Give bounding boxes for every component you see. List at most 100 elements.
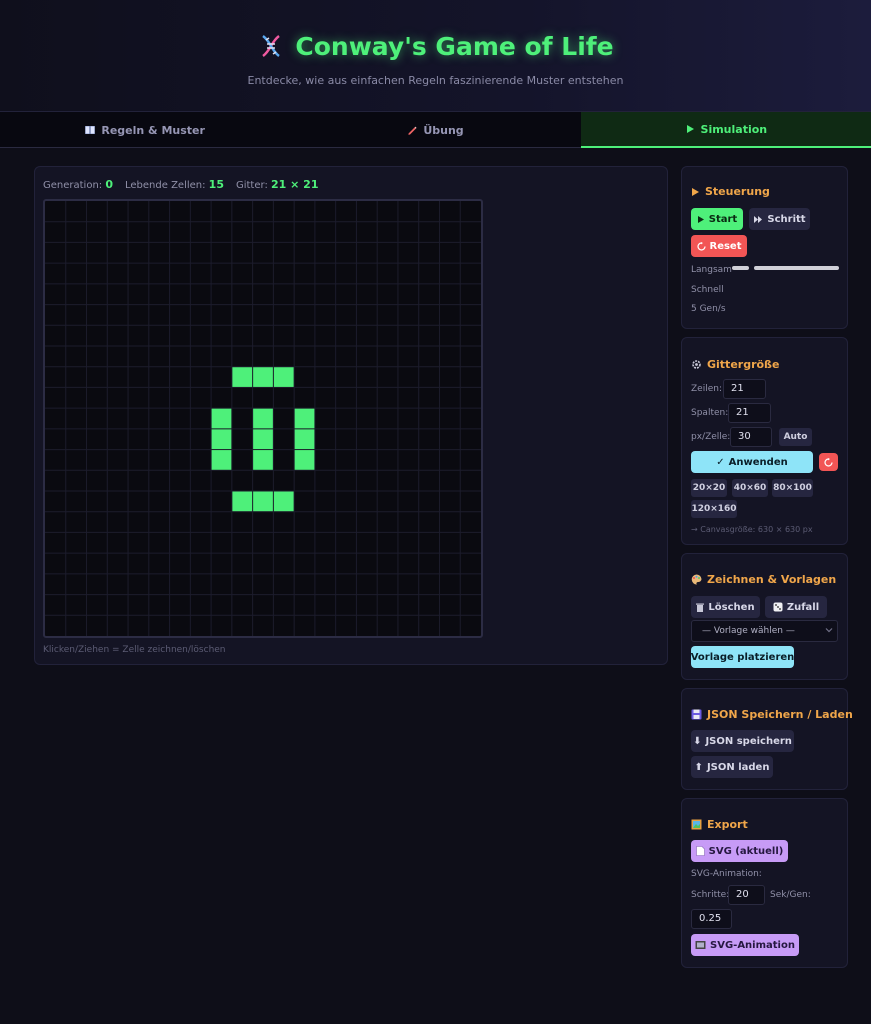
stat-alive: Lebende Zellen: 15 (125, 178, 224, 191)
grid-label: Gitter: (235, 180, 268, 191)
tab-simulation[interactable]: Simulation (580, 112, 871, 148)
draw-panel-title: Zeichnen & Vorlagen (691, 573, 836, 586)
apply-button[interactable]: ✓ Anwenden (691, 451, 813, 473)
step-label: Schritt (767, 213, 806, 225)
film-icon (695, 941, 706, 949)
grid-size-title-text: Gittergröße (707, 358, 780, 371)
start-label: Start (708, 213, 738, 225)
alive-cell[interactable] (273, 491, 294, 512)
control-title-text: Steuerung (705, 185, 770, 198)
alive-cell[interactable] (211, 450, 232, 470)
life-grid-svg[interactable] (45, 201, 481, 636)
reset-icon (824, 457, 833, 467)
auto-button[interactable]: Auto (779, 428, 812, 446)
start-button[interactable]: Start (691, 208, 743, 230)
save-json-button[interactable]: ⬇ JSON speichern (691, 730, 794, 752)
alive-cell[interactable] (253, 408, 273, 429)
trash-icon (696, 603, 705, 612)
export-svg-animation-button[interactable]: SVG-Animation (691, 934, 799, 956)
book-icon (85, 126, 96, 134)
json-title-text: JSON Speichern / Laden (707, 708, 853, 721)
preset-120x160[interactable]: 120×160 (691, 500, 737, 518)
reset-icon (696, 241, 706, 251)
rows-label: Zeilen: (691, 384, 722, 394)
document-icon (695, 846, 705, 856)
json-panel: JSON Speichern / Laden ⬇ JSON speichern … (681, 688, 853, 790)
alive-cell[interactable] (211, 408, 232, 429)
load-json-button[interactable]: ⬆ JSON laden (691, 756, 773, 778)
template-select[interactable]: — Vorlage wählen — (691, 620, 838, 642)
random-label: Zufall (786, 601, 820, 613)
tab-label: Simulation (700, 122, 768, 136)
grid-hint: Klicken/Ziehen = Zelle zeichnen/löschen (43, 645, 226, 655)
rows-input[interactable]: 21 (723, 379, 766, 399)
export-svg-button[interactable]: SVG (aktuell) (691, 840, 788, 862)
page-subtitle: Entdecke, wie aus einfachen Regeln faszi… (247, 74, 624, 87)
reset-label: Reset (709, 240, 742, 252)
alive-cell[interactable] (273, 367, 294, 387)
export-svg-label: SVG (aktuell) (708, 845, 784, 857)
fast-label: Schnell (691, 285, 724, 295)
gear-icon (692, 360, 701, 369)
draw-panel: Zeichnen & Vorlagen Löschen Zufall — Vor… (681, 553, 848, 680)
alive-label: Lebende Zellen: (125, 180, 206, 191)
tab-rules[interactable]: Regeln & Muster (0, 112, 290, 148)
reset-button[interactable]: Reset (691, 235, 747, 257)
canvas-size-info: → Canvasgröße: 630 × 630 px (691, 525, 813, 534)
random-button[interactable]: Zufall (765, 596, 827, 618)
grid-size-title: Gittergröße (691, 358, 779, 371)
clear-button[interactable]: Löschen (691, 596, 760, 618)
stat-grid: Gitter: 21 × 21 (236, 178, 319, 191)
tab-practice[interactable]: Übung (290, 112, 580, 148)
title-row: Conway's Game of Life (0, 28, 871, 64)
speed-slider-left[interactable] (732, 266, 749, 270)
alive-cell[interactable] (211, 429, 232, 450)
reset-grid-button[interactable] (819, 453, 838, 471)
seconds-per-gen-input[interactable]: 0.25 (691, 909, 732, 929)
alive-value: 15 (208, 178, 224, 191)
generation-value: 0 (105, 178, 113, 191)
preset-80x100[interactable]: 80×100 (772, 479, 813, 497)
alive-cell[interactable] (253, 367, 273, 387)
tab-label: Regeln & Muster (101, 123, 205, 137)
alive-cell[interactable] (294, 450, 315, 470)
app-header: Conway's Game of Life Entdecke, wie aus … (0, 0, 871, 112)
export-panel-title: Export (691, 818, 748, 831)
alive-cell[interactable] (253, 429, 273, 450)
place-template-label: Vorlage platzieren (690, 651, 795, 663)
export-svg-animation-label: SVG-Animation (710, 939, 795, 951)
tab-bar: Regeln & Muster Übung Simulation (0, 112, 871, 148)
control-panel: Steuerung Start Schritt Reset Langsam Sc… (681, 166, 848, 329)
seconds-per-gen-label: Sek/Gen: (770, 890, 811, 900)
cols-input[interactable]: 21 (728, 403, 771, 423)
draw-title-text: Zeichnen & Vorlagen (707, 573, 837, 586)
px-per-cell-input[interactable]: 30 (730, 427, 772, 447)
apply-label: Anwenden (728, 456, 788, 468)
generation-label: Generation: (43, 180, 103, 191)
place-template-button[interactable]: Vorlage platzieren (691, 646, 794, 668)
steps-input[interactable]: 20 (728, 885, 765, 905)
speed-slider[interactable] (754, 266, 839, 270)
stats-bar: Generation: 0 Lebende Zellen: 15 Gitter:… (43, 178, 319, 191)
pencil-icon (408, 126, 417, 135)
life-grid-canvas[interactable] (43, 199, 483, 638)
alive-cell[interactable] (294, 429, 315, 450)
alive-cell[interactable] (232, 367, 253, 387)
play-icon (686, 125, 694, 133)
clear-label: Löschen (708, 601, 755, 613)
slow-label: Langsam (691, 265, 732, 275)
speed-readout: 5 Gen/s (691, 304, 726, 314)
step-forward-icon (754, 215, 763, 223)
alive-cell[interactable] (253, 491, 273, 512)
tab-label: Übung (423, 123, 464, 137)
preset-20x20[interactable]: 20×20 (691, 479, 727, 497)
alive-cell[interactable] (294, 408, 315, 429)
grid-size-panel: Gittergröße Zeilen: 21 Spalten: 21 px/Ze… (681, 337, 848, 545)
preset-40x60[interactable]: 40×60 (732, 479, 768, 497)
step-button[interactable]: Schritt (749, 208, 810, 230)
cols-label: Spalten: (691, 408, 729, 418)
alive-cell[interactable] (253, 450, 273, 470)
svg-animation-heading: SVG-Animation: (691, 869, 762, 879)
palette-icon (691, 574, 702, 585)
alive-cell[interactable] (232, 491, 253, 512)
